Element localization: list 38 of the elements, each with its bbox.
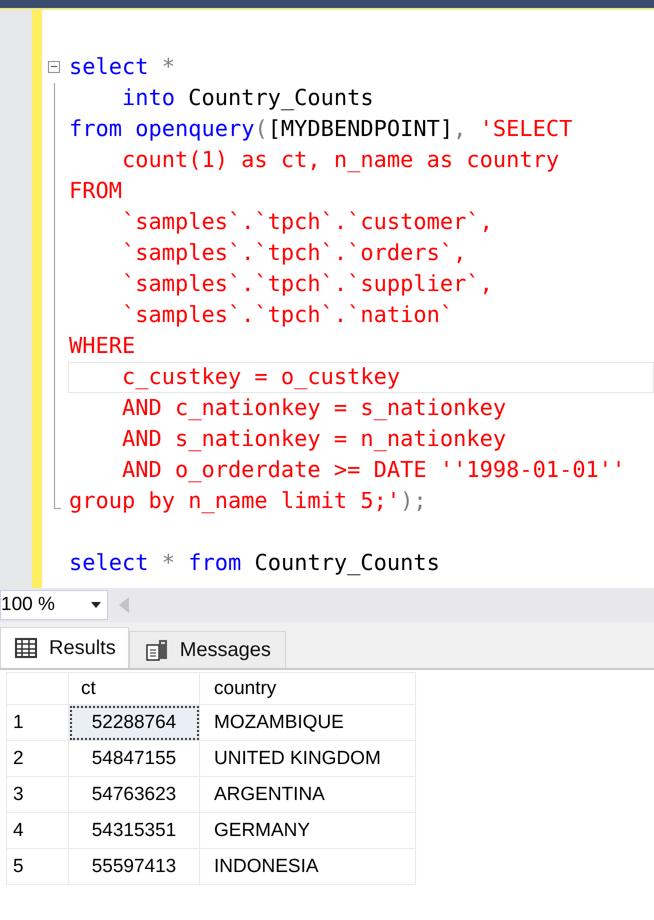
row-number: 5 — [6, 848, 68, 884]
code-line: `samples`.`tpch`.`customer`, — [120, 209, 494, 237]
table-cell: 54763623 — [68, 776, 200, 812]
table-cell: 54315351 — [68, 812, 200, 848]
code-line: into Country_Counts — [120, 85, 375, 113]
code-line: select * — [68, 54, 176, 82]
row-number: 3 — [6, 776, 68, 812]
table-cell: GERMANY — [200, 812, 416, 848]
document-icon — [144, 637, 170, 663]
code-line: from openquery([MYDBENDPOINT], 'SELECT — [68, 116, 574, 144]
zoom-dropdown[interactable]: 100 % — [0, 590, 108, 620]
code-line: AND c_nationkey = s_nationkey — [120, 395, 508, 423]
code-line: select * from Country_Counts — [68, 550, 441, 578]
table-cell: MOZAMBIQUE — [200, 704, 416, 740]
table-cell: ARGENTINA — [200, 776, 416, 812]
dropdown-arrow-icon[interactable] — [91, 602, 101, 608]
code-line: `samples`.`tpch`.`nation` — [120, 302, 454, 330]
table-cell: 55597413 — [68, 848, 200, 884]
collapse-icon[interactable] — [48, 61, 60, 73]
grid-icon — [13, 635, 39, 661]
code-line: AND o_orderdate >= DATE ''1998-01-01'' — [120, 457, 626, 485]
code-line: `samples`.`tpch`.`supplier`, — [120, 271, 494, 299]
code-line: `samples`.`tpch`.`orders`, — [120, 240, 468, 268]
table-cell: 52288764 — [68, 704, 200, 740]
code-line: count(1) as ct, n_name as country — [120, 147, 560, 175]
row-number: 2 — [6, 740, 68, 776]
table-cell: INDONESIA — [200, 848, 416, 884]
results-tab[interactable]: Messages — [128, 631, 286, 668]
column-header[interactable]: country — [200, 672, 416, 704]
code-line: AND s_nationkey = n_nationkey — [120, 426, 508, 454]
table-cell: UNITED KINGDOM — [200, 740, 416, 776]
column-header[interactable]: ct — [68, 672, 200, 704]
row-number: 4 — [6, 812, 68, 848]
results-tab[interactable]: Results — [0, 627, 129, 668]
code-line: group by n_name limit 5;'); — [68, 488, 428, 516]
code-line: FROM — [68, 178, 123, 206]
table-cell: 54847155 — [68, 740, 200, 776]
code-line: WHERE — [68, 333, 136, 361]
